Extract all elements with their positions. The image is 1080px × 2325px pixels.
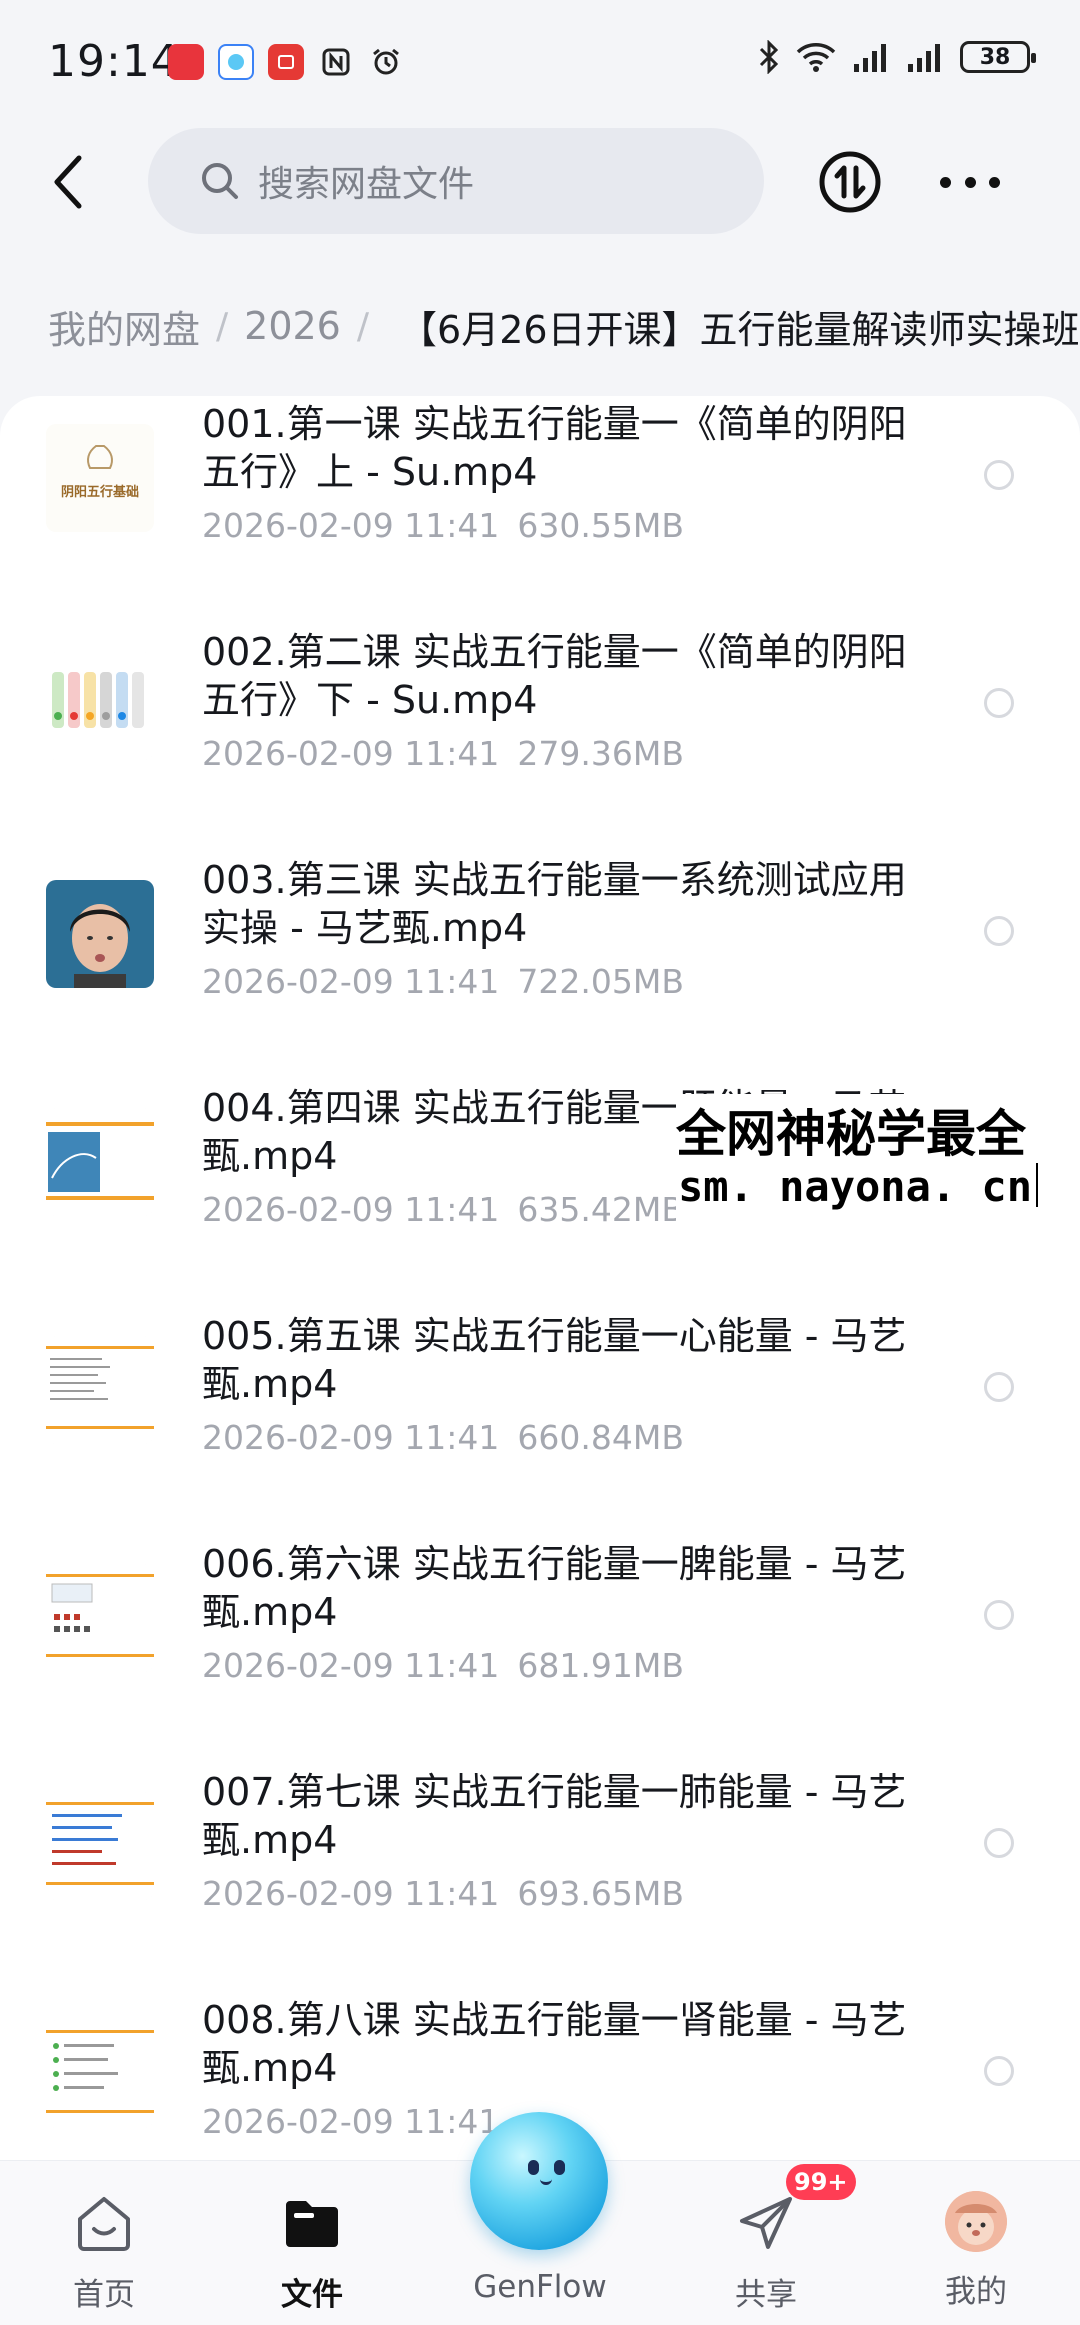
nav-share-label: 共享: [735, 2277, 797, 2313]
battery-indicator: 38: [960, 41, 1036, 73]
file-title: 007.第七课 实战五行能量一肺能量 - 马艺甄.mp4: [202, 1770, 907, 1862]
select-radio[interactable]: [984, 460, 1014, 490]
huawei-store-icon: [168, 44, 204, 80]
file-row[interactable]: 007.第七课 实战五行能量一肺能量 - 马艺甄.mp4 2026-02-09 …: [0, 1764, 1080, 1992]
file-meta: 2026-02-09 11:41 635.42MB: [202, 1190, 684, 1229]
nav-me[interactable]: 我的: [896, 2191, 1056, 2311]
avatar: [945, 2191, 1007, 2252]
chevron-left-icon: [54, 155, 82, 209]
home-icon: [72, 2191, 136, 2255]
select-radio[interactable]: [984, 2056, 1014, 2086]
search-icon: [202, 163, 238, 199]
red-app-icon: [268, 44, 304, 80]
status-bar: 19:14 38: [0, 0, 1080, 130]
share-notification-badge: 99+: [786, 2164, 856, 2200]
video-thumbnail: [46, 652, 154, 760]
breadcrumb: 我的网盘 / 2026 / 【6月26日开课】五行能量解读师实操班: [48, 290, 1080, 362]
clock: 19:14: [48, 36, 180, 87]
nav-genflow-label: GenFlow: [473, 2269, 607, 2305]
thumbnail-caption: 阴阳五行基础: [61, 484, 139, 499]
video-thumbnail: [46, 880, 154, 988]
wifi-icon: [796, 43, 836, 72]
video-thumbnail: [46, 1792, 154, 1900]
file-list: 阴阳五行基础 001.第一课 实战五行能量一《简单的阴阳五行》上 - Su.mp…: [0, 396, 1080, 2166]
video-thumbnail: [46, 2020, 154, 2128]
file-title: 003.第三课 实战五行能量一系统测试应用实操 - 马艺甄.mp4: [202, 858, 907, 950]
signal-icon-2: [908, 44, 940, 72]
video-thumbnail: [46, 1564, 154, 1672]
nav-files[interactable]: 文件: [232, 2191, 392, 2313]
select-radio[interactable]: [984, 688, 1014, 718]
transfer-button[interactable]: [818, 150, 882, 214]
genflow-notification-icon: [218, 44, 254, 80]
nav-home[interactable]: 首页: [24, 2191, 184, 2313]
nfc-icon: [318, 44, 354, 80]
bluetooth-icon: [759, 40, 779, 74]
file-row[interactable]: 002.第二课 实战五行能量一《简单的阴阳五行》下 - Su.mp4 2026-…: [0, 624, 1080, 852]
eye-icon: [528, 2160, 539, 2175]
notification-icons: [168, 44, 404, 80]
search-placeholder: 搜索网盘文件: [258, 164, 475, 205]
file-meta: 2026-02-09 11:41: [202, 2102, 500, 2141]
watermark-url: sm. nayona. cn: [678, 1162, 1038, 1211]
breadcrumb-separator: /: [216, 305, 229, 347]
nav-share[interactable]: 共享: [686, 2191, 846, 2313]
folder-icon: [280, 2191, 344, 2255]
watermark-title: 全网神秘学最全: [676, 1105, 1026, 1163]
file-row[interactable]: 003.第三课 实战五行能量一系统测试应用实操 - 马艺甄.mp4 2026-0…: [0, 852, 1080, 1080]
select-radio[interactable]: [984, 1828, 1014, 1858]
breadcrumb-year[interactable]: 2026: [244, 304, 341, 348]
signal-icon-1: [854, 44, 886, 72]
breadcrumb-separator: /: [356, 305, 370, 347]
file-meta: 2026-02-09 11:41 722.05MB: [202, 962, 684, 1001]
dot-icon: [964, 176, 976, 188]
paper-plane-icon: [734, 2191, 798, 2255]
nav-files-label: 文件: [281, 2277, 343, 2313]
dot-icon: [940, 176, 951, 188]
file-title: 001.第一课 实战五行能量一《简单的阴阳五行》上 - Su.mp4: [202, 402, 907, 494]
file-row[interactable]: 阴阳五行基础 001.第一课 实战五行能量一《简单的阴阳五行》上 - Su.mp…: [0, 396, 1080, 624]
file-meta: 2026-02-09 11:41 279.36MB: [202, 734, 684, 773]
file-title: 006.第六课 实战五行能量一脾能量 - 马艺甄.mp4: [202, 1542, 907, 1634]
nav-me-label: 我的: [945, 2274, 1007, 2310]
file-row[interactable]: 006.第六课 实战五行能量一脾能量 - 马艺甄.mp4 2026-02-09 …: [0, 1536, 1080, 1764]
file-meta: 2026-02-09 11:41 630.55MB: [202, 506, 684, 545]
system-indicators: 38: [758, 40, 1036, 74]
genflow-assistant-icon[interactable]: [470, 2112, 608, 2250]
nav-home-label: 首页: [73, 2277, 135, 2313]
file-meta: 2026-02-09 11:41 681.91MB: [202, 1646, 684, 1685]
video-thumbnail: 阴阳五行基础: [46, 424, 154, 532]
eye-icon: [554, 2160, 565, 2175]
transfer-icon: [819, 151, 881, 213]
file-title: 008.第八课 实战五行能量一肾能量 - 马艺甄.mp4: [202, 1998, 907, 2090]
video-thumbnail: [46, 1336, 154, 1444]
breadcrumb-root[interactable]: 我的网盘: [48, 299, 200, 354]
file-row[interactable]: 005.第五课 实战五行能量一心能量 - 马艺甄.mp4 2026-02-09 …: [0, 1308, 1080, 1536]
video-thumbnail: [46, 1108, 154, 1216]
file-meta: 2026-02-09 11:41 693.65MB: [202, 1874, 684, 1913]
dot-icon: [989, 176, 1000, 188]
select-radio[interactable]: [984, 916, 1014, 946]
watermark-overlay: 全网神秘学最全 sm. nayona. cn: [676, 1094, 1080, 1228]
file-title: 005.第五课 实战五行能量一心能量 - 马艺甄.mp4: [202, 1314, 907, 1406]
more-menu-button[interactable]: [940, 162, 1000, 202]
select-radio[interactable]: [984, 1600, 1014, 1630]
mouth-icon: [540, 2176, 552, 2185]
alarm-icon: [368, 44, 404, 80]
back-button[interactable]: [40, 150, 96, 214]
search-input[interactable]: 搜索网盘文件: [148, 128, 764, 234]
file-meta: 2026-02-09 11:41 660.84MB: [202, 1418, 684, 1457]
breadcrumb-current: 【6月26日开课】五行能量解读师实操班: [399, 307, 1080, 352]
file-title: 002.第二课 实战五行能量一《简单的阴阳五行》下 - Su.mp4: [202, 630, 907, 722]
select-radio[interactable]: [984, 1372, 1014, 1402]
